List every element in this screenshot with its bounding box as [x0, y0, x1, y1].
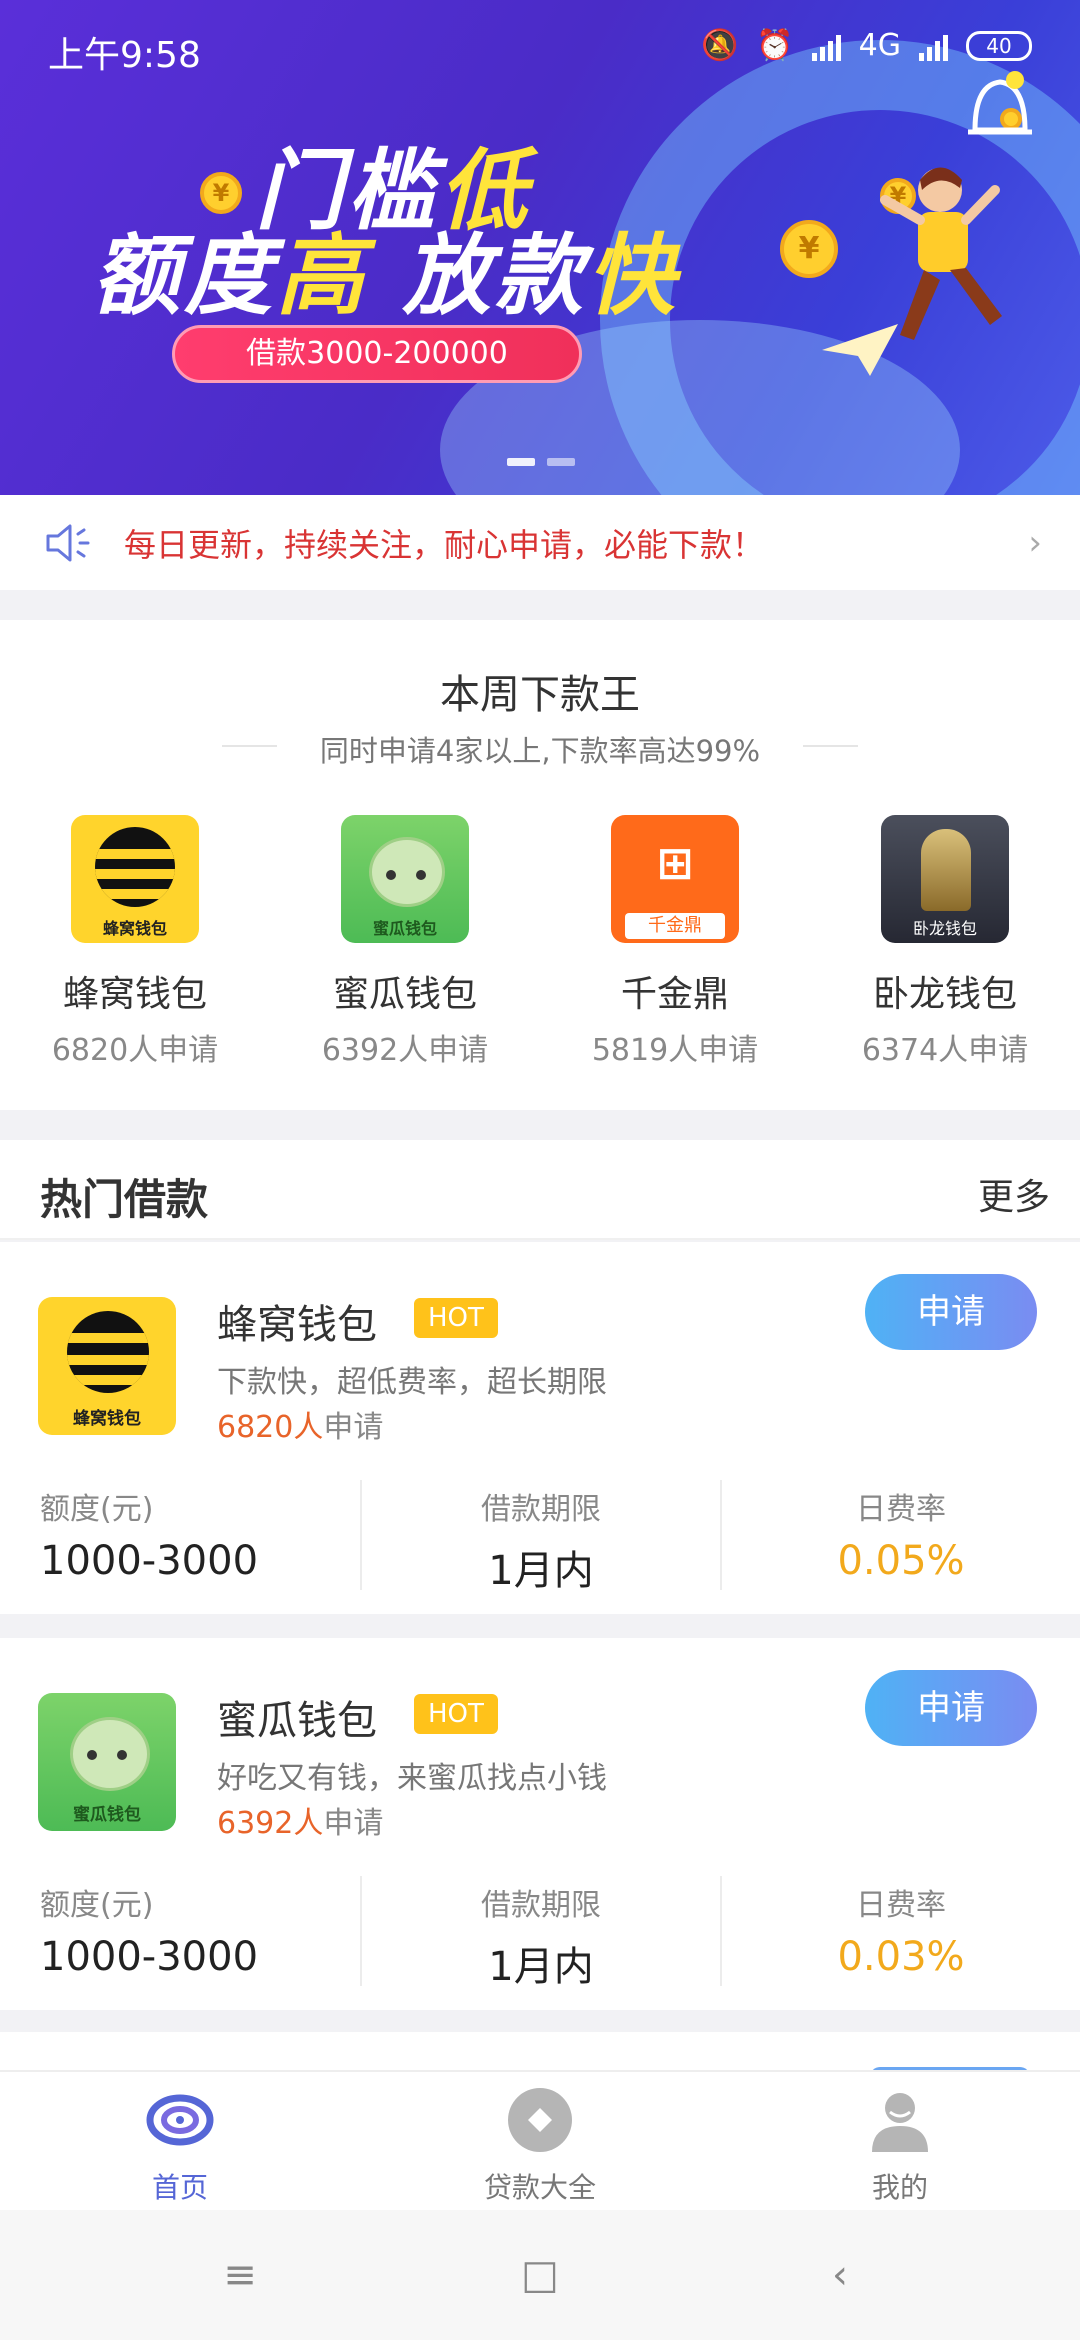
status-time: 上午9:58 — [48, 35, 201, 76]
loan-name: 蜜瓜钱包 — [217, 1698, 377, 1744]
app-item[interactable]: 蜂窝钱包 蜂窝钱包 6820人申请 — [0, 815, 270, 1069]
weekly-top-section: 本周下款王 同时申请4家以上,下款率高达99% 蜂窝钱包 蜂窝钱包 6820人申… — [0, 620, 1080, 1110]
app-apply-count: 6374人申请 — [861, 1033, 1029, 1068]
app-apply-count: 5819人申请 — [591, 1033, 759, 1068]
apply-button[interactable]: 申请 — [865, 1670, 1037, 1746]
more-link[interactable]: 更多 — [978, 1168, 1050, 1220]
loan-description: 下款快，超低费率，超长期限 — [217, 1365, 607, 1400]
signal-icon — [811, 31, 841, 61]
loan-name: 蜂窝钱包 — [217, 1302, 377, 1348]
app-name: 蜂窝钱包 — [62, 974, 207, 1015]
network-type: 4G — [858, 28, 901, 63]
term-stat: 借款期限 1月内 — [360, 1480, 720, 1594]
promo-banner[interactable]: 上午9:58 🔕 ⏰ 4G 40 ¥ 门槛低 额度高 放款快 借款3000-20… — [0, 0, 1080, 495]
tab-label: 首页 — [151, 2171, 208, 2204]
carousel-dot — [507, 458, 535, 466]
battery-icon: 40 — [966, 30, 1032, 61]
app-name: 蜜瓜钱包 — [332, 974, 477, 1015]
loan-card[interactable]: 蜂窝钱包 蜂窝钱包 HOT 下款快，超低费率，超长期限 6820人申请 申请 额… — [0, 1242, 1080, 1614]
apply-button[interactable]: 申请 — [865, 1274, 1037, 1350]
notice-bar[interactable]: 每日更新，持续关注，耐心申请，必能下款！ › — [0, 495, 1080, 590]
speaker-icon — [46, 524, 90, 561]
hot-badge: HOT — [414, 1694, 498, 1734]
mute-icon: 🔕 — [700, 28, 739, 63]
tab-label: 我的 — [871, 2171, 928, 2204]
amount-stat: 额度(元) 1000-3000 — [40, 1492, 259, 1584]
carousel-dot — [547, 458, 575, 466]
status-bar: 上午9:58 🔕 ⏰ 4G 40 — [0, 0, 1080, 100]
qianjinding-logo: ⊞ 千金鼎 — [611, 815, 739, 943]
diamond-icon — [508, 2088, 572, 2152]
coin-icon: ¥ — [780, 220, 838, 278]
tab-label: 贷款大全 — [483, 2171, 596, 2204]
banner-title-line2: 额度高 放款快 — [92, 224, 679, 327]
home-swirl-icon — [146, 2094, 214, 2146]
tab-loans[interactable]: 贷款大全 — [360, 2072, 720, 2210]
rate-stat: 日费率 0.03% — [720, 1876, 1080, 1986]
loan-apply-count: 6392人申请 — [217, 1806, 384, 1841]
tab-mine[interactable]: 我的 — [720, 2072, 1080, 2210]
melon-wallet-logo: 蜜瓜钱包 — [341, 815, 469, 943]
paper-plane-icon — [822, 324, 898, 376]
term-stat: 借款期限 1月内 — [360, 1876, 720, 1990]
banner-amount-pill: 借款3000-200000 — [172, 325, 582, 383]
alarm-icon: ⏰ — [756, 28, 794, 63]
app-list: 蜂窝钱包 蜂窝钱包 6820人申请 蜜瓜钱包 蜜瓜钱包 6392人申请 ⊞ 千金… — [0, 815, 1080, 1069]
loan-stats: 额度(元) 1000-3000 借款期限 1月内 日费率 0.03% — [0, 1876, 1080, 1990]
tab-home[interactable]: 首页 — [0, 2072, 360, 2210]
app-name: 千金鼎 — [620, 974, 729, 1015]
app-item[interactable]: ⊞ 千金鼎 千金鼎 5819人申请 — [540, 815, 810, 1069]
app-name: 卧龙钱包 — [872, 974, 1017, 1015]
bee-wallet-logo: 蜂窝钱包 — [71, 815, 199, 943]
section-title: 热门借款 — [40, 1175, 209, 1224]
rate-stat: 日费率 0.05% — [720, 1480, 1080, 1590]
bee-wallet-logo: 蜂窝钱包 — [38, 1297, 176, 1435]
bell-icon — [968, 71, 1032, 135]
status-icons: 🔕 ⏰ 4G 40 — [701, 28, 1032, 63]
amount-stat: 额度(元) 1000-3000 — [40, 1888, 259, 1980]
app-apply-count: 6820人申请 — [51, 1033, 219, 1068]
melon-wallet-logo: 蜜瓜钱包 — [38, 1693, 176, 1831]
signal-icon — [919, 31, 948, 61]
loan-description: 好吃又有钱，来蜜瓜找点小钱 — [217, 1761, 607, 1796]
carousel-indicator — [507, 458, 575, 466]
hot-badge: HOT — [414, 1298, 498, 1338]
divider — [803, 745, 858, 747]
wolong-wallet-logo: 卧龙钱包 — [881, 815, 1009, 943]
notice-text: 每日更新，持续关注，耐心申请，必能下款！ — [124, 525, 765, 564]
loan-stats: 额度(元) 1000-3000 借款期限 1月内 日费率 0.05% — [0, 1480, 1080, 1594]
app-item[interactable]: 蜜瓜钱包 蜜瓜钱包 6392人申请 — [270, 815, 540, 1069]
section-subtitle: 同时申请4家以上,下款率高达99% — [319, 734, 761, 768]
app-item[interactable]: 卧龙钱包 卧龙钱包 6374人申请 — [810, 815, 1080, 1069]
system-navigation-bar: ≡ □ ‹ — [0, 2210, 1080, 2340]
person-icon — [872, 2093, 928, 2152]
menu-icon[interactable]: ≡ — [90, 2235, 390, 2315]
bottom-tab-bar: 首页 贷款大全 我的 — [0, 2070, 1080, 2210]
chevron-right-icon: › — [1028, 523, 1042, 563]
hot-loans-header: 热门借款 更多 — [0, 1140, 1080, 1240]
loan-card[interactable]: 蜜瓜钱包 蜜瓜钱包 HOT 好吃又有钱，来蜜瓜找点小钱 6392人申请 申请 额… — [0, 1638, 1080, 2010]
home-button-icon[interactable]: □ — [390, 2235, 690, 2315]
section-title: 本周下款王 — [440, 672, 640, 718]
loan-card-partial[interactable] — [0, 2032, 1080, 2077]
app-apply-count: 6392人申请 — [321, 1033, 489, 1068]
loan-apply-count: 6820人申请 — [217, 1410, 384, 1445]
back-icon[interactable]: ‹ — [690, 2235, 990, 2315]
